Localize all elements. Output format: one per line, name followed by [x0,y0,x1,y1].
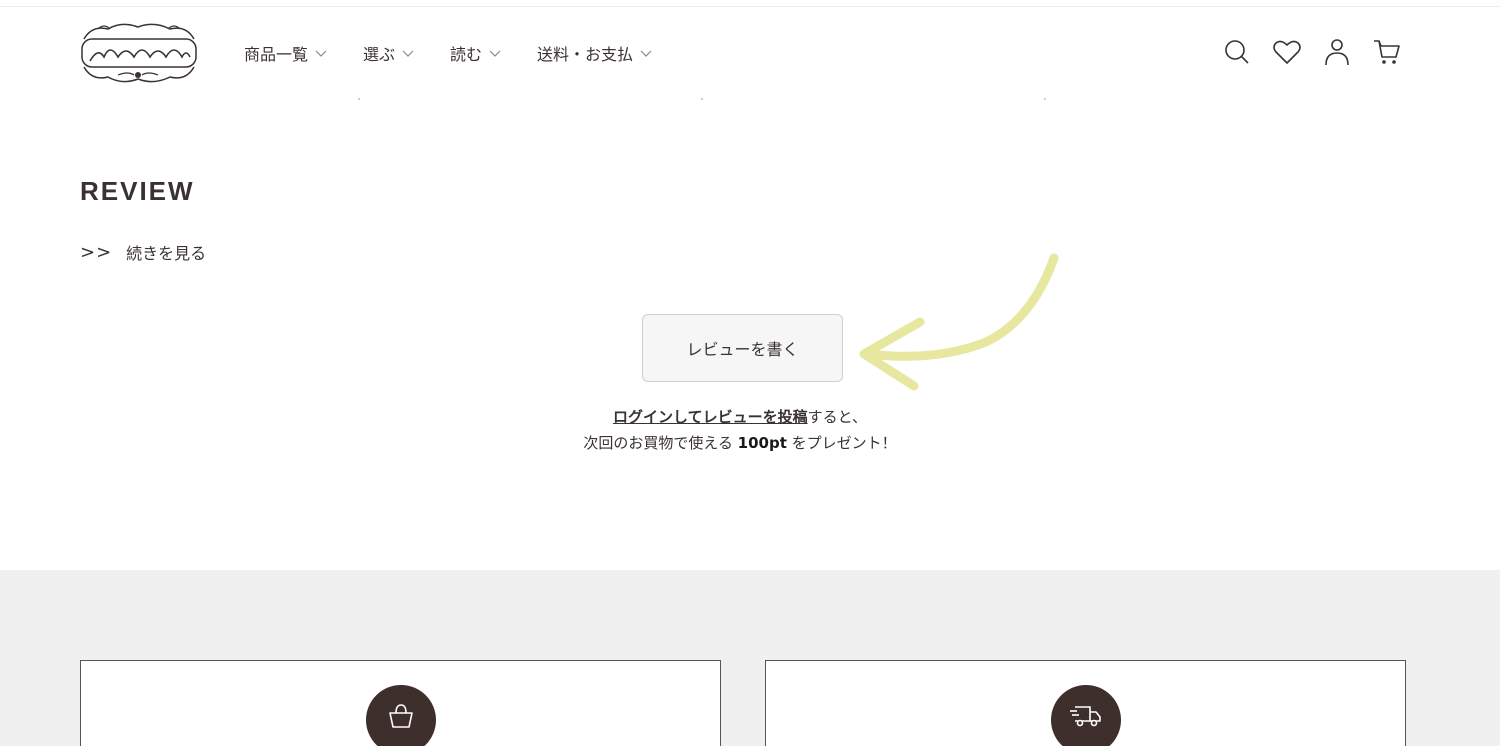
note-line-2: 次回のお買物で使える 100pt をプレゼント！ [500,430,980,456]
write-review-button[interactable]: レビューを書く [642,314,843,382]
info-card-delivery[interactable] [765,660,1406,746]
read-more-link[interactable]: >> 続きを見る [80,240,206,264]
note-suffix: すると、 [807,408,867,426]
icon-circle [366,685,436,746]
note-postfix: をプレゼント！ [786,434,897,452]
nav-item-shipping[interactable]: 送料・お支払 [537,41,652,65]
chevron-down-icon [489,50,501,57]
nav-item-products[interactable]: 商品一覧 [244,41,327,65]
site-header: 商品一覧 選ぶ 読む 送料・お支払 [0,7,1500,100]
chevron-down-icon [315,50,327,57]
read-more-label: 続きを見る [126,244,207,263]
logo-emblem-icon [81,23,197,83]
divider-dot [1044,98,1046,100]
header-icons [1222,37,1402,67]
cart-icon [1374,40,1400,64]
nav-item-label: 商品一覧 [244,45,309,64]
heart-icon [1273,40,1301,64]
login-review-link[interactable]: ログインしてレビューを投稿 [613,408,808,426]
cart-button[interactable] [1372,37,1402,67]
nav-item-label: 読む [450,45,483,64]
wishlist-button[interactable] [1272,37,1302,67]
review-note: ログインしてレビューを投稿すると、 次回のお買物で使える 100pt をプレゼン… [500,404,980,456]
divider-dot [358,98,360,100]
icon-circle [1051,685,1121,746]
note-prefix: 次回のお買物で使える [583,434,738,452]
info-card-shopping[interactable] [80,660,721,746]
delivery-truck-icon [1070,706,1101,727]
nav-item-choose[interactable]: 選ぶ [363,41,414,65]
nav-item-read[interactable]: 読む [450,41,501,65]
annotation-arrow-icon [859,253,1059,391]
site-logo[interactable] [78,17,200,89]
note-line-1: ログインしてレビューを投稿すると、 [500,404,980,430]
account-button[interactable] [1322,37,1352,67]
double-arrow-icon: >> [80,241,113,263]
user-icon [1325,39,1349,66]
chevron-down-icon [402,50,414,57]
points-value: 100pt [737,434,787,452]
nav-item-label: 選ぶ [363,45,396,64]
main-nav: 商品一覧 選ぶ 読む 送料・お支払 [244,41,688,65]
divider-dot [701,98,703,100]
nav-item-label: 送料・お支払 [537,45,634,64]
search-button[interactable] [1222,37,1252,67]
shopping-bag-icon [389,704,413,728]
review-title: REVIEW [80,176,195,206]
chevron-down-icon [640,50,652,57]
search-icon [1225,40,1249,64]
